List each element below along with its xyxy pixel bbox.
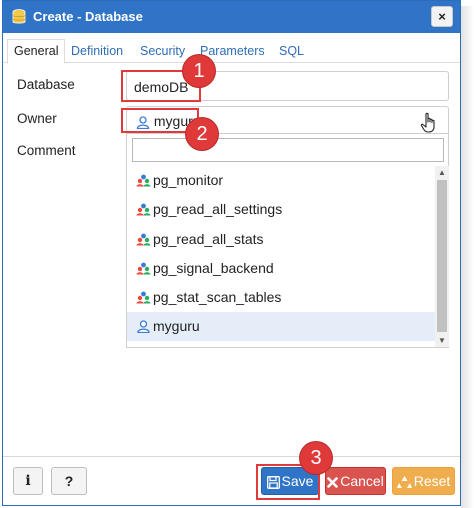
dropdown-item-label: pg_monitor: [153, 172, 224, 188]
callout-badge-2: 2: [186, 118, 218, 150]
owner-dropdown: pg_monitor pg_read_all_settings pg_read_…: [126, 134, 449, 348]
cancel-button[interactable]: Cancel: [325, 467, 386, 495]
hand-pointer-cursor-icon: [420, 112, 435, 133]
dropdown-item-pg-monitor[interactable]: pg_monitor: [127, 166, 435, 195]
dropdown-search-input[interactable]: [132, 138, 444, 162]
database-label: Database: [17, 77, 75, 92]
dropdown-item-label: pg_read_all_settings: [153, 201, 283, 217]
info-button[interactable]: i: [13, 467, 43, 495]
tab-definition[interactable]: Definition: [65, 39, 129, 63]
close-button[interactable]: ×: [431, 6, 453, 27]
tab-sql[interactable]: SQL: [273, 39, 310, 63]
group-role-icon: [136, 233, 151, 246]
dropdown-item-pg-signal-backend[interactable]: pg_signal_backend: [127, 254, 435, 283]
scroll-up-arrow-icon[interactable]: ▲: [438, 168, 446, 177]
tab-bar: General Definition Security Parameters S…: [3, 37, 460, 64]
dropdown-item-label: myguru: [153, 318, 200, 334]
dropdown-list: pg_monitor pg_read_all_settings pg_read_…: [127, 166, 435, 347]
user-role-icon: [137, 320, 150, 333]
cancel-button-label: Cancel: [340, 473, 384, 489]
dropdown-item-pg-read-all-settings[interactable]: pg_read_all_settings: [127, 195, 435, 224]
create-database-dialog: Create - Database × General Definition S…: [2, 0, 461, 506]
reset-button-label: Reset: [413, 473, 451, 489]
dropdown-item-label: pg_signal_backend: [153, 260, 274, 276]
scroll-down-arrow-icon[interactable]: ▼: [438, 336, 446, 345]
database-icon: [12, 9, 26, 24]
group-role-icon: [136, 174, 151, 187]
title-bar[interactable]: Create - Database ×: [3, 1, 460, 33]
dropdown-scrollbar[interactable]: ▲ ▼: [435, 166, 449, 347]
scroll-thumb[interactable]: [437, 180, 447, 332]
callout-badge-3: 3: [300, 442, 332, 474]
tab-general[interactable]: General: [7, 39, 66, 64]
dropdown-item-label: pg_read_all_stats: [153, 231, 264, 247]
reset-button[interactable]: Reset: [392, 467, 455, 495]
x-icon: [327, 476, 339, 488]
comment-label: Comment: [17, 143, 76, 158]
dropdown-item-pg-read-all-stats[interactable]: pg_read_all_stats: [127, 225, 435, 254]
help-button[interactable]: ?: [51, 467, 87, 495]
owner-label: Owner: [17, 111, 57, 126]
recycle-icon: [396, 476, 412, 489]
group-role-icon: [136, 291, 151, 304]
group-role-icon: [136, 203, 151, 216]
dialog-title: Create - Database: [33, 9, 143, 24]
callout-badge-1: 1: [183, 55, 215, 87]
dropdown-item-myguru[interactable]: myguru: [127, 312, 435, 341]
footer-divider: [3, 456, 460, 457]
group-role-icon: [136, 262, 151, 275]
dialog-shadow: [461, 6, 474, 508]
dropdown-item-pg-stat-scan-tables[interactable]: pg_stat_scan_tables: [127, 283, 435, 312]
tab-security[interactable]: Security: [134, 39, 191, 63]
dropdown-item-label: pg_stat_scan_tables: [153, 289, 282, 305]
